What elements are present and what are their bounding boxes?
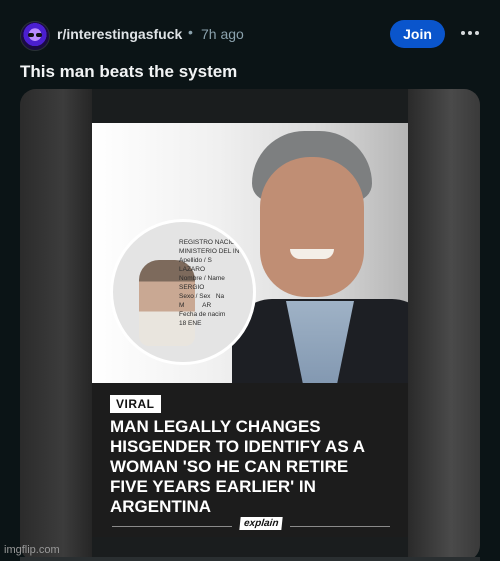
man-face: [260, 157, 364, 297]
blurred-background-right: [408, 89, 480, 561]
join-button[interactable]: Join: [390, 20, 445, 48]
bottom-strip: [20, 557, 480, 561]
man-smile: [290, 249, 334, 259]
subreddit-name[interactable]: r/interestingasfuck: [57, 26, 182, 42]
more-dot: [468, 31, 472, 35]
separator-dot: •: [188, 24, 193, 40]
man-portrait: [232, 131, 408, 419]
subreddit-avatar[interactable]: [20, 21, 50, 51]
avatar-eye-left: [28, 33, 34, 37]
avatar-eye-right: [36, 33, 42, 37]
meme-headline: MAN LEGALLY CHANGES HISGENDER TO IDENTIF…: [110, 417, 366, 516]
meme-image: REGISTRO NACIONAL DE LAS P. MINISTERIO D…: [92, 123, 408, 537]
post-header: r/interestingasfuck • 7h ago Join: [0, 0, 500, 62]
watermark: imgflip.com: [4, 544, 60, 556]
id-card-inset: REGISTRO NACIONAL DE LAS P. MINISTERIO D…: [110, 219, 256, 365]
divider-right: [290, 526, 390, 527]
post-time: 7h ago: [201, 26, 244, 42]
divider-left: [112, 526, 232, 527]
meme-caption: VIRAL MAN LEGALLY CHANGES HISGENDER TO I…: [92, 383, 408, 537]
post-title[interactable]: This man beats the system: [20, 62, 237, 82]
brand-logo: explain: [239, 517, 284, 530]
more-dot: [461, 31, 465, 35]
meme-photo: REGISTRO NACIONAL DE LAS P. MINISTERIO D…: [92, 123, 408, 419]
more-options-icon[interactable]: [459, 22, 481, 44]
blurred-background-left: [20, 89, 92, 561]
post-media[interactable]: REGISTRO NACIONAL DE LAS P. MINISTERIO D…: [20, 89, 480, 561]
more-dot: [475, 31, 479, 35]
viral-badge: VIRAL: [110, 395, 161, 413]
id-card-text: REGISTRO NACIONAL DE LAS P. MINISTERIO D…: [179, 239, 255, 327]
